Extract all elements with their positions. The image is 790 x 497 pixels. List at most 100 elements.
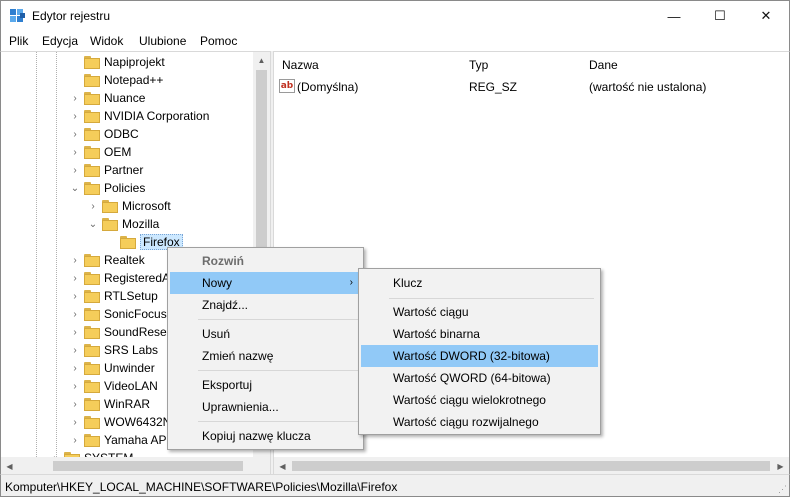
expander-icon[interactable]: ›: [69, 377, 81, 395]
folder-icon: [84, 289, 100, 303]
tree-item[interactable]: › ODBC: [69, 125, 138, 143]
value-type: REG_SZ: [469, 80, 518, 94]
expander-icon[interactable]: ›: [69, 143, 81, 161]
menu-item-binary-value[interactable]: Wartość binarna: [361, 323, 598, 345]
folder-icon: [84, 343, 100, 357]
tree-item[interactable]: › VideoLAN: [69, 377, 158, 395]
maximize-button[interactable]: ☐: [697, 1, 743, 31]
value-data: (wartość nie ustalona): [589, 80, 707, 94]
close-button[interactable]: ✕: [743, 1, 789, 31]
menu-widok[interactable]: Widok: [90, 34, 123, 48]
minimize-button[interactable]: —: [651, 1, 697, 31]
expander-icon[interactable]: ›: [69, 305, 81, 323]
expander-icon[interactable]: ›: [69, 161, 81, 179]
menu-item-qword-value[interactable]: Wartość QWORD (64-bitowa): [361, 367, 598, 389]
menu-plik[interactable]: Plik: [9, 34, 28, 48]
tree-item[interactable]: › Unwinder: [69, 359, 154, 377]
menu-item-string-value[interactable]: Wartość ciągu: [361, 301, 598, 323]
menu-item-export[interactable]: Eksportuj: [170, 374, 361, 396]
column-header-data[interactable]: Dane: [581, 52, 781, 77]
scroll-left-icon[interactable]: ◀: [1, 457, 18, 474]
tree-item[interactable]: ⌄ Policies: [69, 179, 146, 197]
expander-icon[interactable]: ›: [69, 89, 81, 107]
value-row[interactable]: ab (Domyślna) REG_SZ (wartość nie ustalo…: [274, 78, 784, 96]
tree-item[interactable]: Napiprojekt: [69, 53, 165, 71]
menu-edycja[interactable]: Edycja: [42, 34, 78, 48]
tree-item[interactable]: › NVIDIA Corporation: [69, 107, 209, 125]
tree-guide-line: [56, 52, 57, 457]
tree-item-label: VideoLAN: [104, 379, 158, 393]
scroll-left-icon[interactable]: ◀: [274, 457, 291, 474]
expander-icon[interactable]: ›: [69, 125, 81, 143]
menu-item-permissions[interactable]: Uprawnienia...: [170, 396, 361, 418]
scroll-right-icon[interactable]: ▶: [772, 457, 789, 474]
tree-item[interactable]: › RegisteredA: [69, 269, 170, 287]
list-hscroll-thumb[interactable]: [292, 461, 770, 471]
menu-item-key[interactable]: Klucz: [361, 272, 598, 294]
expander-icon[interactable]: ⌄: [69, 179, 81, 197]
tree-item-label: Partner: [104, 163, 144, 177]
menu-ulubione[interactable]: Ulubione: [139, 34, 186, 48]
status-bar: Komputer\HKEY_LOCAL_MACHINE\SOFTWARE\Pol…: [0, 474, 790, 497]
tree-item[interactable]: › Yamaha APO: [69, 431, 176, 449]
tree-item[interactable]: › Nuance: [69, 89, 145, 107]
expander-icon[interactable]: ›: [69, 359, 81, 377]
expander-icon[interactable]: ›: [87, 197, 99, 215]
menu-item-new[interactable]: Nowy ›: [170, 272, 361, 294]
folder-icon: [102, 217, 118, 231]
menu-pomoc[interactable]: Pomoc: [200, 34, 237, 48]
tree-item[interactable]: › SRS Labs: [69, 341, 158, 359]
expander-icon[interactable]: ›: [69, 413, 81, 431]
folder-icon: [84, 163, 100, 177]
tree-item[interactable]: ⌄ Mozilla: [87, 215, 160, 233]
tree-item-label: SRS Labs: [104, 343, 159, 357]
context-menu: Rozwiń Nowy › Znajdź... Usuń Zmień nazwę…: [167, 247, 364, 450]
expander-icon[interactable]: ›: [69, 269, 81, 287]
menu-item-copy-key-name[interactable]: Kopiuj nazwę klucza: [170, 425, 361, 447]
menu-item-expandable-string-value[interactable]: Wartość ciągu rozwijalnego: [361, 411, 598, 433]
tree-item[interactable]: › SoundResea: [69, 323, 173, 341]
tree-item[interactable]: › RTLSetup: [69, 287, 158, 305]
expander-icon[interactable]: ›: [69, 341, 81, 359]
resize-grip-icon[interactable]: ⋰: [777, 484, 787, 494]
tree-horizontal-scrollbar[interactable]: ◀: [1, 457, 253, 474]
menu-item-expand[interactable]: Rozwiń: [170, 250, 361, 272]
scroll-up-icon[interactable]: ▲: [253, 52, 270, 69]
expander-icon[interactable]: ›: [69, 395, 81, 413]
expander-icon[interactable]: [69, 53, 81, 71]
tree-item[interactable]: › WinRAR: [69, 395, 150, 413]
expander-icon[interactable]: ⌄: [87, 215, 99, 233]
expander-icon[interactable]: ›: [69, 251, 81, 269]
tree-item-label: SoundResea: [104, 325, 174, 339]
expander-icon[interactable]: ›: [69, 287, 81, 305]
expander-icon[interactable]: ›: [69, 323, 81, 341]
folder-icon: [84, 91, 100, 105]
tree-item[interactable]: › WOW6432N: [69, 413, 171, 431]
folder-icon: [84, 271, 100, 285]
expander-icon[interactable]: ›: [69, 107, 81, 125]
tree-item[interactable]: › Realtek: [69, 251, 145, 269]
tree-item-label: Realtek: [104, 253, 145, 267]
column-header-type[interactable]: Typ: [461, 52, 581, 77]
tree-item[interactable]: Notepad++: [69, 71, 163, 89]
menu-item-multi-string-value[interactable]: Wartość ciągu wielokrotnego: [361, 389, 598, 411]
tree-item[interactable]: › SonicFocus: [69, 305, 166, 323]
tree-item[interactable]: › Microsoft: [87, 197, 170, 215]
menu-item-rename[interactable]: Zmień nazwę: [170, 345, 361, 367]
expander-icon[interactable]: [105, 233, 117, 251]
list-horizontal-scrollbar[interactable]: ◀ ▶: [274, 457, 789, 474]
tree-item[interactable]: › OEM: [69, 143, 131, 161]
expander-icon[interactable]: [69, 71, 81, 89]
tree-item-label: RTLSetup: [104, 289, 158, 303]
tree-item[interactable]: › Partner: [69, 161, 143, 179]
menu-separator: [198, 319, 358, 320]
tree-hscroll-thumb[interactable]: [53, 461, 243, 471]
column-header-name[interactable]: Nazwa: [274, 52, 461, 77]
menu-item-find[interactable]: Znajdź...: [170, 294, 361, 316]
menu-item-delete[interactable]: Usuń: [170, 323, 361, 345]
menu-item-dword-value[interactable]: Wartość DWORD (32-bitowa): [361, 345, 598, 367]
registry-editor-icon: [10, 9, 25, 22]
folder-icon: [102, 199, 118, 213]
expander-icon[interactable]: ›: [69, 431, 81, 449]
menu-item-new-label: Nowy: [202, 276, 233, 290]
